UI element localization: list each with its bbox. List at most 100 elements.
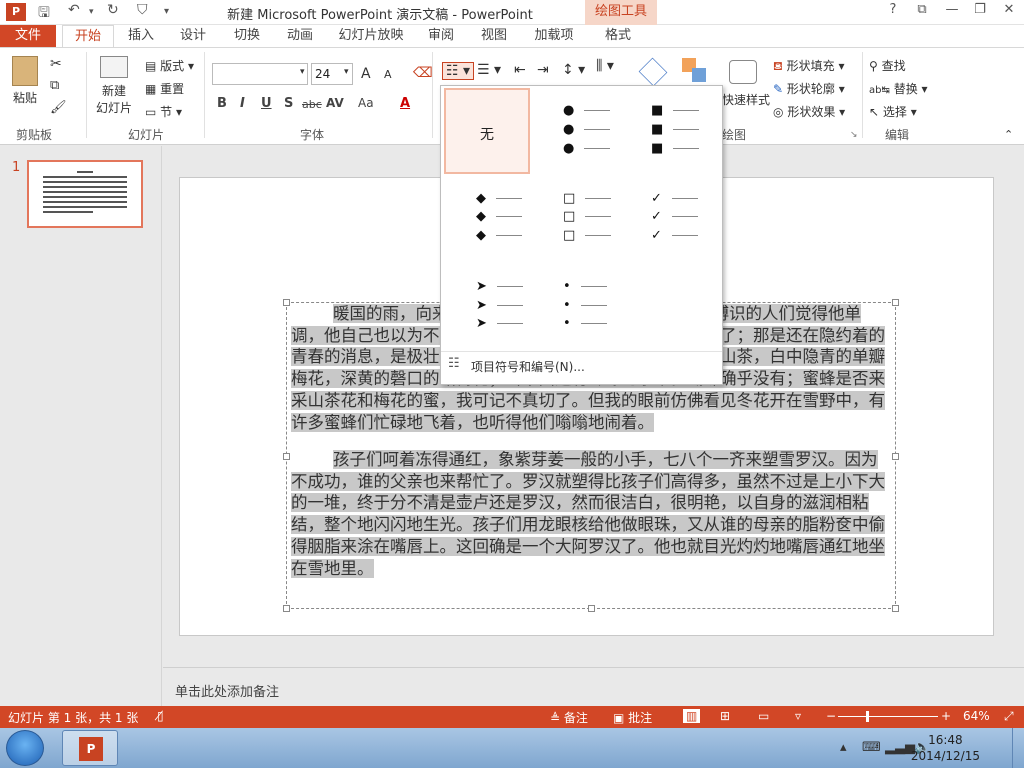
zoom-in-icon[interactable]: +: [941, 709, 951, 723]
help-icon[interactable]: ?: [881, 2, 905, 17]
tab-transitions[interactable]: 切换: [226, 25, 268, 47]
zoom-out-icon[interactable]: −: [826, 709, 836, 723]
font-color-button[interactable]: A: [400, 96, 410, 111]
decrease-indent-icon[interactable]: ⇤: [514, 62, 526, 78]
shrink-font-button[interactable]: A: [384, 68, 392, 81]
text-direction-icon[interactable]: ⫼ ▾: [596, 58, 614, 74]
increase-indent-icon[interactable]: ⇥: [537, 62, 549, 78]
close-icon[interactable]: ✕: [997, 2, 1021, 17]
bullet-option-hollow-square[interactable]: □ □ □: [541, 180, 627, 266]
zoom-slider-thumb[interactable]: [866, 711, 869, 722]
tab-animations[interactable]: 动画: [279, 25, 321, 47]
format-painter-icon[interactable]: 🖌: [50, 100, 67, 115]
show-desktop-button[interactable]: [1012, 728, 1024, 768]
arrange-icon[interactable]: [682, 58, 708, 84]
section-button[interactable]: ▭ 节 ▾: [145, 103, 182, 120]
reset-button[interactable]: ▦ 重置: [145, 80, 184, 97]
resize-handle[interactable]: [283, 299, 290, 306]
ribbon-tabs: 文件 开始 插入 设计 切换 动画 幻灯片放映 审阅 视图 加载项 格式 登录: [0, 25, 1024, 72]
minimize-icon[interactable]: —: [940, 2, 964, 17]
bullet-option-none[interactable]: 无: [444, 88, 530, 174]
resize-handle[interactable]: [892, 605, 899, 612]
tray-device-icon[interactable]: ⌨: [862, 740, 881, 755]
bullet-option-diamond[interactable]: ◆ ◆ ◆: [454, 180, 540, 266]
quick-styles-button[interactable]: 快速样式: [722, 91, 770, 108]
bullets-button[interactable]: ☷ ▾: [442, 62, 475, 80]
bullets-and-numbering-item[interactable]: ☷ 项目符号和编号(N)...: [441, 351, 722, 377]
copy-icon[interactable]: ⧉: [50, 78, 59, 93]
shadow-button[interactable]: S: [284, 96, 293, 111]
quick-styles-icon[interactable]: [729, 60, 757, 84]
cut-icon[interactable]: ✂: [50, 56, 62, 72]
system-clock[interactable]: 16:48 2014/12/15: [911, 732, 980, 764]
italic-button[interactable]: I: [240, 96, 245, 111]
strikethrough-button[interactable]: abc: [302, 98, 322, 111]
fit-to-window-icon[interactable]: ⤢: [1004, 709, 1014, 724]
start-button[interactable]: [6, 730, 44, 766]
tab-view[interactable]: 视图: [473, 25, 515, 47]
notes-placeholder: 单击此处添加备注: [175, 685, 280, 700]
tab-file[interactable]: 文件: [0, 25, 56, 47]
tray-expand-icon[interactable]: ▴: [840, 740, 847, 755]
layout-button[interactable]: ▤ 版式 ▾: [145, 57, 194, 74]
ribbon-display-icon[interactable]: ⧉: [910, 2, 934, 17]
drawing-launcher-icon[interactable]: ↘: [850, 130, 858, 140]
resize-handle[interactable]: [892, 299, 899, 306]
clipboard-icon: [12, 56, 38, 86]
bullet-option-arrow[interactable]: ➤ ➤ ➤: [454, 266, 540, 352]
tab-design[interactable]: 设计: [172, 25, 214, 47]
shape-effects-button[interactable]: ◎ 形状效果 ▾: [773, 103, 845, 120]
resize-handle[interactable]: [892, 453, 899, 460]
notes-pane[interactable]: 单击此处添加备注: [163, 667, 1024, 706]
tab-home[interactable]: 开始: [62, 25, 114, 47]
zoom-slider[interactable]: [838, 716, 938, 717]
clear-formatting-icon[interactable]: ⌫: [413, 65, 433, 81]
numbering-button[interactable]: ☰ ▾: [477, 62, 501, 78]
tab-addins[interactable]: 加载项: [527, 25, 581, 47]
zoom-level[interactable]: 64%: [963, 709, 990, 723]
font-name-dropdown-icon[interactable]: ▾: [300, 67, 305, 77]
normal-view-icon[interactable]: ▥: [683, 709, 701, 723]
resize-handle[interactable]: [588, 605, 595, 612]
slide-thumbnail[interactable]: [27, 160, 143, 228]
resize-handle[interactable]: [283, 453, 290, 460]
change-case-button[interactable]: Aa: [358, 96, 374, 110]
spelling-icon[interactable]: ▯̸: [157, 709, 164, 723]
shape-outline-button[interactable]: ✎ 形状轮廓 ▾: [773, 80, 845, 97]
find-button[interactable]: ⚲ 查找: [869, 57, 906, 74]
windows-taskbar: P ▴ ⌨ ▂▃▅ 🔈 16:48 2014/12/15: [0, 728, 1024, 768]
char-spacing-button[interactable]: AV: [326, 96, 344, 110]
bold-button[interactable]: B: [217, 96, 227, 111]
shape-fill-button[interactable]: ⛾ 形状填充 ▾: [773, 57, 845, 75]
tab-format[interactable]: 格式: [597, 25, 639, 47]
bullet-option-checkmark[interactable]: ✓ ✓ ✓: [629, 180, 715, 266]
reading-view-icon[interactable]: ▭: [758, 709, 769, 723]
grow-font-button[interactable]: A: [361, 66, 371, 82]
replace-button[interactable]: ab↹ 替换 ▾: [869, 80, 928, 97]
comments-toggle[interactable]: ▣ 批注: [613, 709, 652, 726]
collapse-ribbon-icon[interactable]: ⌃: [1004, 128, 1013, 141]
slide-sorter-icon[interactable]: ⊞: [720, 709, 730, 723]
resize-handle[interactable]: [283, 605, 290, 612]
bullets-gallery: 无 ● ● ● ■ ■ ■ ◆ ◆ ◆ □ □ □ ✓ ✓ ✓ ➤ ➤ ➤ • …: [440, 85, 723, 385]
font-name-input[interactable]: [212, 63, 308, 85]
tab-insert[interactable]: 插入: [120, 25, 162, 47]
font-size-dropdown-icon[interactable]: ▾: [344, 67, 349, 77]
notes-toggle[interactable]: ≜ 备注: [550, 709, 588, 726]
paragraph-2[interactable]: 孩子们呵着冻得通红，象紫芽姜一般的小手，七八个一齐来塑雪罗汉。因为不成功，谁的父…: [291, 449, 891, 579]
restore-icon[interactable]: ❐: [968, 2, 992, 17]
slideshow-view-icon[interactable]: ▿: [795, 709, 801, 723]
bullet-option-small-dot[interactable]: • • •: [541, 266, 627, 352]
paste-button[interactable]: 粘贴: [8, 56, 42, 106]
new-slide-button[interactable]: 新建 幻灯片: [92, 56, 136, 116]
taskbar-powerpoint[interactable]: P: [62, 730, 118, 766]
bullet-option-filled-round[interactable]: ● ● ●: [541, 88, 627, 174]
cursor-icon: ↖: [869, 105, 880, 119]
line-spacing-icon[interactable]: ↕ ▾: [562, 62, 585, 78]
select-button[interactable]: ↖ 选择 ▾: [869, 103, 917, 120]
bullet-option-filled-square[interactable]: ■ ■ ■: [629, 88, 715, 174]
shapes-gallery-icon[interactable]: [638, 57, 668, 87]
tab-slideshow[interactable]: 幻灯片放映: [334, 25, 408, 47]
tab-review[interactable]: 审阅: [420, 25, 462, 47]
underline-button[interactable]: U: [261, 96, 272, 111]
